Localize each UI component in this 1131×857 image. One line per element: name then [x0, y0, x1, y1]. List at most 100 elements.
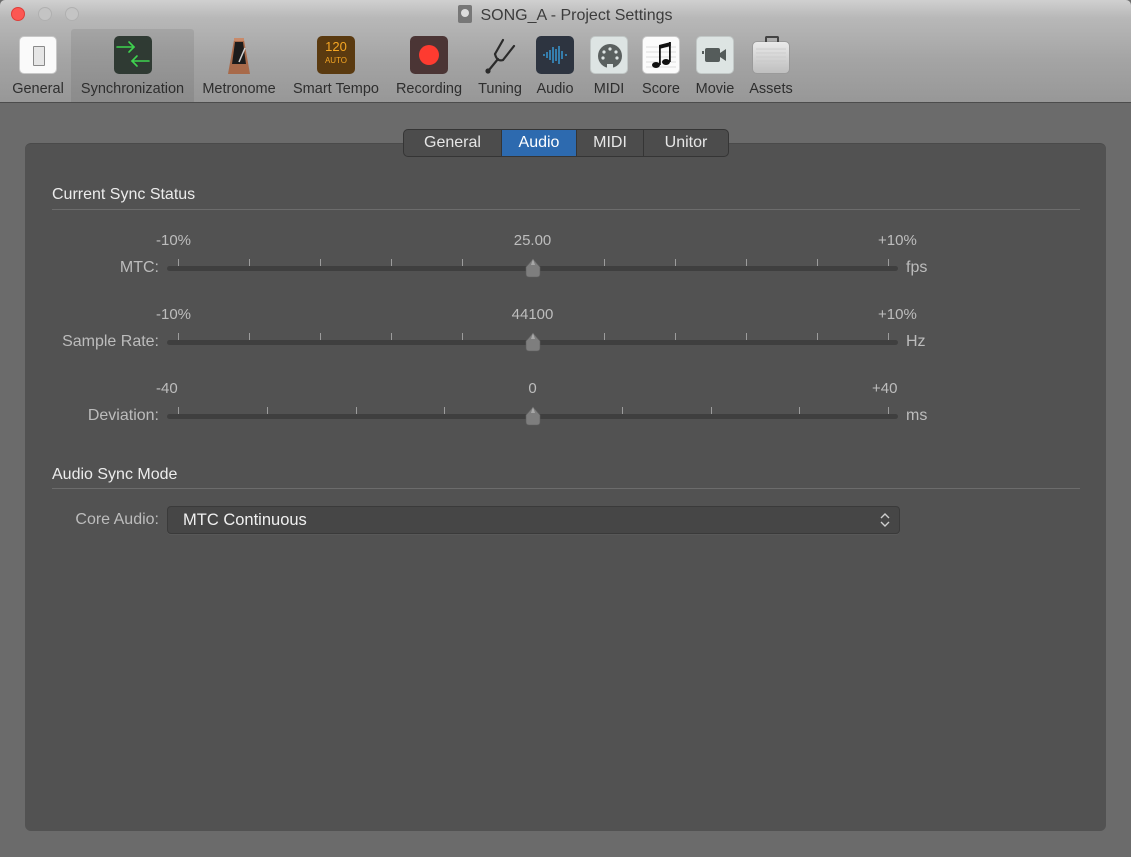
sample-rate-tick	[391, 333, 392, 340]
sample-rate-label: Sample Rate:	[62, 333, 159, 350]
sync-tabs: General Audio MIDI Unitor	[403, 129, 729, 157]
deviation-tick	[444, 407, 445, 414]
chevron-up-down-icon	[880, 513, 890, 527]
section-divider	[52, 488, 1080, 489]
mtc-tick	[320, 259, 321, 266]
sample-rate-tick	[746, 333, 747, 340]
tempo-icon-subtext: AUTO	[324, 56, 348, 65]
sample-rate-tick	[462, 333, 463, 340]
toolbar-item-score[interactable]: Score	[638, 29, 684, 102]
sample-rate-slider-thumb[interactable]	[524, 332, 542, 352]
current-sync-status-heading: Current Sync Status	[52, 186, 196, 203]
toolbar-item-audio[interactable]: Audio	[530, 29, 580, 102]
mtc-min-label: -10%	[156, 232, 192, 249]
deviation-unit-label: ms	[906, 407, 928, 424]
toolbar-item-label: Metronome	[202, 81, 276, 97]
sample-rate-tick	[178, 333, 179, 340]
mtc-unit-label: fps	[906, 259, 928, 276]
core-audio-sync-mode-popup[interactable]: MTC Continuous	[167, 506, 900, 534]
mtc-max-label: +10%	[878, 232, 917, 249]
mtc-value-label: 25.00	[513, 232, 552, 249]
movie-camera-icon	[696, 36, 734, 74]
toolbar-item-midi[interactable]: MIDI	[586, 29, 632, 102]
smart-tempo-icon: 120 AUTO	[317, 36, 355, 74]
deviation-value-label: 0	[528, 380, 537, 397]
metronome-icon	[220, 36, 258, 74]
toolbar-item-label: Smart Tempo	[293, 81, 379, 97]
mtc-tick	[888, 259, 889, 266]
sample-rate-tick	[817, 333, 818, 340]
window-title-text: SONG_A - Project Settings	[480, 7, 673, 24]
sample-rate-max-label: +10%	[878, 306, 917, 323]
core-audio-sync-mode-value: MTC Continuous	[183, 511, 307, 529]
record-icon	[410, 36, 448, 74]
sample-rate-unit-label: Hz	[906, 333, 926, 350]
mtc-tick	[675, 259, 676, 266]
toolbar-item-label: Audio	[536, 81, 574, 97]
tuning-fork-icon	[481, 36, 519, 74]
toolbar-item-recording[interactable]: Recording	[390, 29, 468, 102]
mtc-tick	[391, 259, 392, 266]
toolbar-item-movie[interactable]: Movie	[691, 29, 739, 102]
toolbar-item-label: Tuning	[478, 81, 522, 97]
sync-arrows-icon	[113, 36, 152, 74]
toolbar-item-label: Synchronization	[80, 81, 185, 97]
tab-general[interactable]: General	[404, 130, 502, 156]
deviation-tick	[711, 407, 712, 414]
deviation-tick	[267, 407, 268, 414]
toolbar-item-metronome[interactable]: Metronome	[196, 29, 282, 102]
toolbar-item-label: General	[12, 81, 64, 97]
general-switch-icon	[19, 36, 57, 74]
assets-briefcase-icon	[752, 36, 790, 74]
sample-rate-min-label: -10%	[156, 306, 192, 323]
toolbar-item-label: MIDI	[593, 81, 625, 97]
deviation-label: Deviation:	[87, 407, 159, 424]
toolbar-item-assets[interactable]: Assets	[744, 29, 798, 102]
mtc-tick	[746, 259, 747, 266]
midi-connector-icon	[590, 36, 628, 74]
toolbar-item-general[interactable]: General	[5, 29, 71, 102]
toolbar-item-synchronization[interactable]: Synchronization	[71, 29, 194, 102]
deviation-tick	[622, 407, 623, 414]
deviation-tick	[888, 407, 889, 414]
project-document-icon	[458, 5, 473, 23]
briefcase-handle	[765, 36, 779, 42]
toolbar-item-label: Movie	[695, 81, 735, 97]
deviation-min-label: -40	[156, 380, 178, 397]
sample-rate-tick	[604, 333, 605, 340]
mtc-tick	[604, 259, 605, 266]
mtc-tick	[817, 259, 818, 266]
toolbar-item-tuning[interactable]: Tuning	[472, 29, 528, 102]
mtc-tick	[249, 259, 250, 266]
score-note-icon	[642, 36, 680, 74]
deviation-tick	[356, 407, 357, 414]
window-title: SONG_A - Project Settings	[0, 5, 1131, 25]
section-divider	[52, 209, 1080, 210]
deviation-tick	[799, 407, 800, 414]
toolbar-item-label: Recording	[395, 81, 463, 97]
sample-rate-tick	[888, 333, 889, 340]
deviation-tick	[178, 407, 179, 414]
tab-midi[interactable]: MIDI	[577, 130, 644, 156]
titlebar-toolbar: SONG_A - Project Settings General Synchr…	[0, 0, 1131, 103]
audio-waveform-icon	[536, 36, 574, 74]
sample-rate-value-label: 44100	[511, 306, 554, 323]
toolbar-item-label: Assets	[749, 81, 793, 97]
tab-audio[interactable]: Audio	[502, 130, 577, 156]
sample-rate-tick	[320, 333, 321, 340]
mtc-label: MTC:	[119, 259, 159, 276]
sample-rate-tick	[675, 333, 676, 340]
deviation-max-label: +40	[872, 380, 898, 397]
tab-unitor[interactable]: Unitor	[644, 130, 728, 156]
toolbar-item-smart-tempo[interactable]: 120 AUTO Smart Tempo	[287, 29, 385, 102]
mtc-tick	[178, 259, 179, 266]
core-audio-label: Core Audio:	[75, 511, 159, 528]
toolbar-item-label: Score	[642, 81, 680, 97]
audio-sync-mode-heading: Audio Sync Mode	[52, 466, 178, 483]
deviation-slider-thumb[interactable]	[524, 406, 542, 426]
mtc-slider-thumb[interactable]	[524, 258, 542, 278]
sample-rate-tick	[249, 333, 250, 340]
tempo-icon-value: 120	[325, 39, 347, 54]
mtc-tick	[462, 259, 463, 266]
project-settings-window: SONG_A - Project Settings General Synchr…	[0, 0, 1131, 857]
